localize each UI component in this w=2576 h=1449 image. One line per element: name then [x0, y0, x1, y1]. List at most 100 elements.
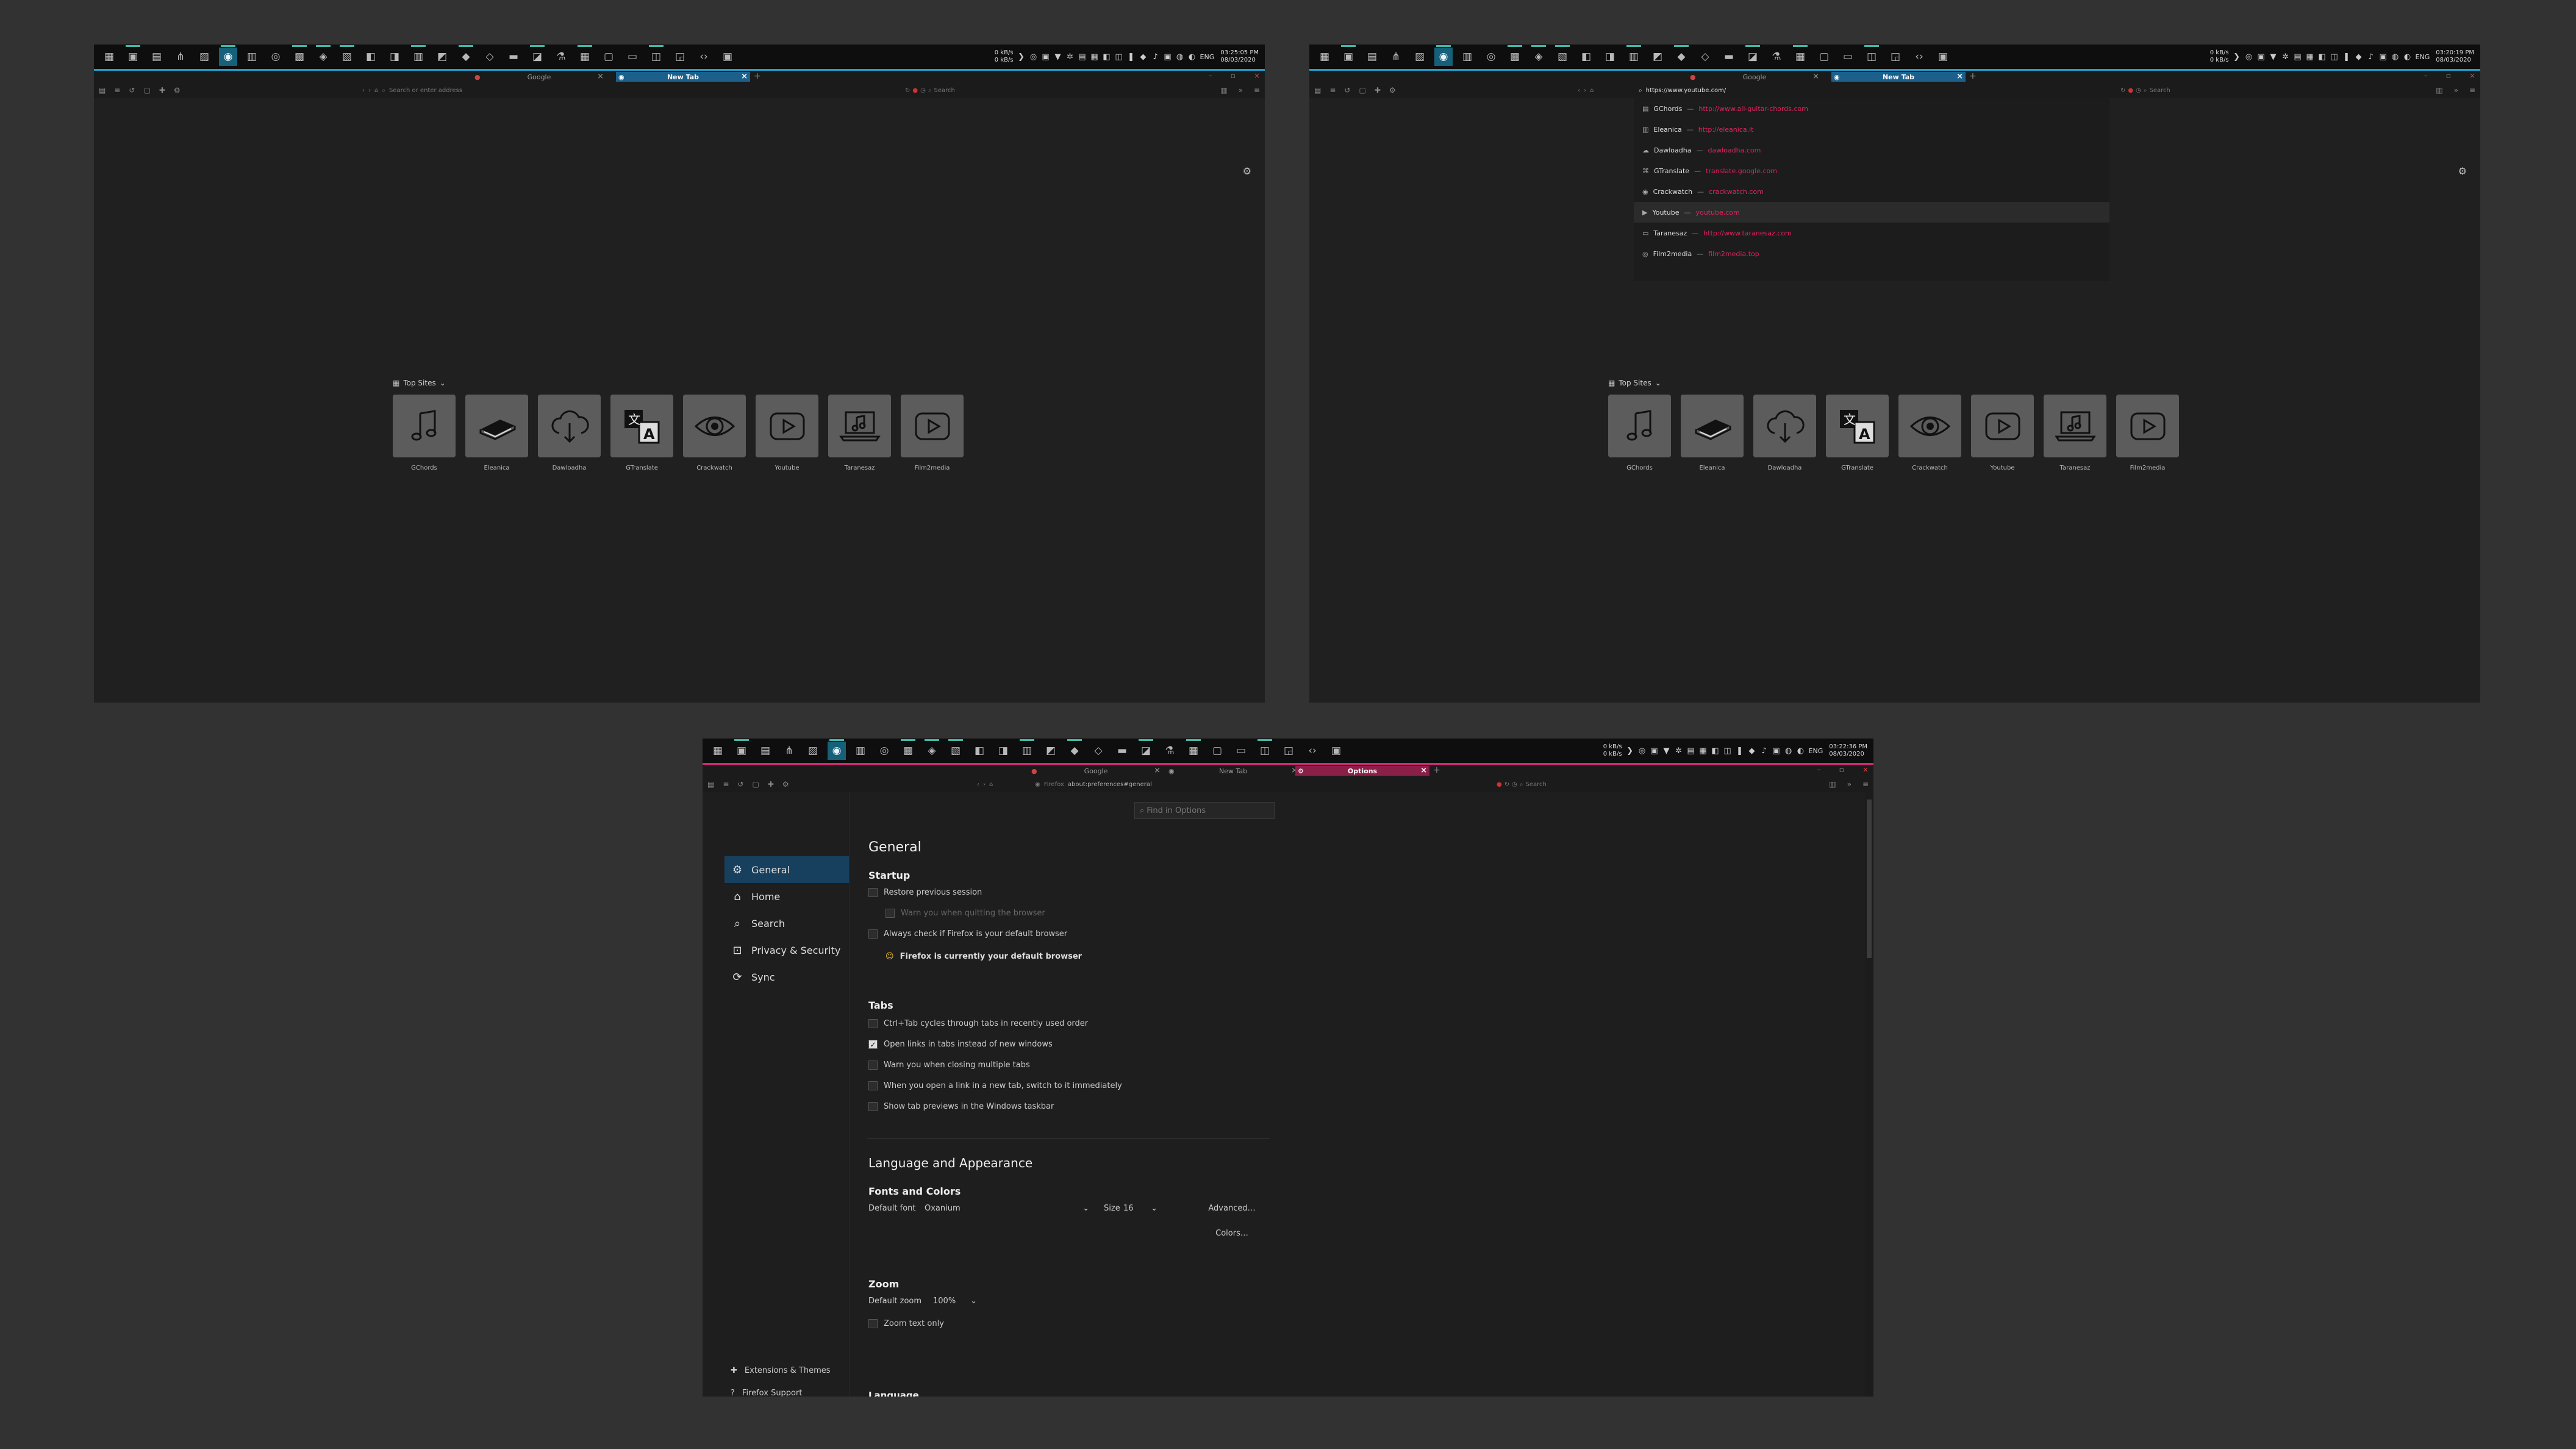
- tray-icon[interactable]: ▤: [2294, 52, 2302, 62]
- url-suggestion[interactable]: ▶ Youtube — youtube.com: [1634, 202, 2109, 223]
- checkbox[interactable]: [868, 1081, 878, 1090]
- scrollbar[interactable]: [1865, 792, 1873, 1397]
- tabs-option-checkbox[interactable]: When you open a link in a new tab, switc…: [868, 1081, 1122, 1090]
- close-icon[interactable]: ×: [1420, 766, 1427, 776]
- sidebar-item-general[interactable]: ⚙ General: [724, 856, 849, 883]
- tray-icon[interactable]: ▣: [2257, 52, 2266, 62]
- minimize-icon[interactable]: –: [1209, 71, 1212, 80]
- settings-icon[interactable]: ⚙: [174, 86, 181, 95]
- clock-icon[interactable]: ◷: [2136, 87, 2141, 94]
- url-suggestion[interactable]: ☁ Dawloadha — dawloadha.com: [1634, 140, 2109, 160]
- top-site-tile[interactable]: GChords: [393, 395, 456, 471]
- taskbar-app-icon[interactable]: ▨: [804, 742, 822, 760]
- tray-icon[interactable]: ▼: [2269, 52, 2278, 62]
- top-site-tile[interactable]: Dawloadha: [538, 395, 601, 471]
- gear-icon[interactable]: ⚙: [2458, 165, 2467, 177]
- taskbar-app-icon[interactable]: ◎: [1482, 48, 1500, 66]
- sidebar-footer-link[interactable]: ? Firefox Support: [731, 1382, 831, 1397]
- top-site-tile[interactable]: Eleanica: [1681, 395, 1744, 471]
- language-indicator[interactable]: ENG: [2416, 53, 2430, 61]
- taskbar-app-icon[interactable]: ▦: [1791, 45, 1809, 66]
- url-input[interactable]: Search or enter address: [389, 87, 462, 94]
- taskbar-app-icon[interactable]: ◉: [219, 45, 237, 66]
- home-icon[interactable]: ⌂: [989, 781, 993, 788]
- taskbar-app-icon[interactable]: ◪: [528, 45, 546, 66]
- close-icon[interactable]: ×: [741, 72, 748, 82]
- history-icon[interactable]: ↺: [737, 780, 743, 789]
- overflow-icon[interactable]: »: [1847, 780, 1852, 789]
- taskbar-app-icon[interactable]: ‹›: [1910, 48, 1928, 66]
- taskbar-app-icon[interactable]: ◧: [1577, 48, 1595, 66]
- sidebar-icon[interactable]: ▤: [1314, 86, 1321, 95]
- library-icon[interactable]: ≡: [1329, 86, 1336, 95]
- tab-new-tab[interactable]: ◉ New Tab ×: [616, 72, 750, 82]
- taskbar-app-icon[interactable]: ▨: [195, 48, 213, 66]
- top-site-tile[interactable]: Taranesaz: [828, 395, 891, 471]
- url-bar[interactable]: ⌕ https://www.youtube.com/: [1639, 85, 2005, 96]
- taskbar-app-icon[interactable]: ▤: [1363, 48, 1381, 66]
- taskbar-app-icon[interactable]: ◉: [828, 739, 846, 760]
- taskbar-app-icon[interactable]: ▥: [1625, 45, 1643, 66]
- menu-icon[interactable]: ≡: [1862, 780, 1869, 789]
- font-size-select[interactable]: 16 ⌄: [1123, 1204, 1157, 1213]
- tray-icon[interactable]: ❚: [1127, 52, 1136, 62]
- default-font-select[interactable]: Oxanium ⌄: [925, 1204, 1089, 1213]
- top-site-tile[interactable]: Youtube: [1971, 395, 2034, 471]
- top-site-tile[interactable]: Film2media: [901, 395, 964, 471]
- tray-icon[interactable]: ◫: [1115, 52, 1123, 62]
- back-icon[interactable]: ‹: [362, 87, 365, 94]
- tabs-option-checkbox[interactable]: Show tab previews in the Windows taskbar: [868, 1102, 1054, 1111]
- top-site-tile[interactable]: Eleanica: [465, 395, 528, 471]
- tray-icon[interactable]: ▣: [2379, 52, 2388, 62]
- language-indicator[interactable]: ENG: [1809, 747, 1823, 755]
- back-icon[interactable]: ‹: [977, 781, 979, 788]
- overflow-icon[interactable]: »: [1239, 86, 1243, 95]
- taskbar-app-icon[interactable]: ▣: [1339, 45, 1358, 66]
- taskbar-app-icon[interactable]: ▬: [504, 48, 523, 66]
- taskbar-app-icon[interactable]: ▦: [709, 742, 727, 760]
- tray-icon[interactable]: ◆: [1139, 52, 1148, 62]
- tab-new-tab[interactable]: ◉ New Tab ×: [1166, 766, 1300, 776]
- maximize-icon[interactable]: ▫: [2446, 71, 2451, 80]
- taskbar-app-icon[interactable]: ◧: [362, 48, 380, 66]
- tray-icon[interactable]: ◎: [2245, 52, 2253, 62]
- taskbar-app-icon[interactable]: ‹›: [695, 48, 713, 66]
- tab-google[interactable]: ● Google ×: [1029, 766, 1163, 776]
- maximize-icon[interactable]: ▫: [1839, 765, 1844, 774]
- taskbar-app-icon[interactable]: ◎: [875, 742, 893, 760]
- close-window-icon[interactable]: ×: [1862, 765, 1869, 774]
- url-input[interactable]: about:preferences#general: [1068, 781, 1152, 788]
- checkbox[interactable]: [868, 929, 878, 939]
- tray-icon[interactable]: ❚: [1736, 746, 1744, 756]
- tray-icon[interactable]: ◐: [1188, 52, 1197, 62]
- tabs-option-checkbox[interactable]: Ctrl+Tab cycles through tabs in recently…: [868, 1019, 1088, 1028]
- checkbox[interactable]: [868, 1319, 878, 1328]
- tray-icon[interactable]: ▣: [1772, 746, 1781, 756]
- reload-icon[interactable]: ↻: [1504, 781, 1509, 788]
- tray-icon[interactable]: ❯: [1017, 52, 1026, 62]
- library-icon[interactable]: ≡: [723, 780, 729, 789]
- search-bar[interactable]: ↻ ● ◷ ⌕ Search: [2120, 85, 2291, 96]
- sidebar-item-search[interactable]: ⌕ Search: [724, 910, 849, 937]
- record-icon[interactable]: ●: [2128, 87, 2133, 94]
- search-input[interactable]: Search: [2149, 87, 2170, 94]
- settings-icon[interactable]: ⚙: [782, 780, 789, 789]
- reload-icon[interactable]: ↻: [2120, 87, 2125, 94]
- taskbar-app-icon[interactable]: ▨: [1411, 48, 1429, 66]
- default-zoom-select[interactable]: 100% ⌄: [933, 1297, 977, 1306]
- taskbar-app-icon[interactable]: ◈: [314, 45, 332, 66]
- minimize-icon[interactable]: –: [1817, 765, 1821, 774]
- taskbar-app-icon[interactable]: ▢: [599, 48, 618, 66]
- taskbar-app-icon[interactable]: ◫: [1862, 45, 1881, 66]
- tray-icon[interactable]: ❯: [2233, 52, 2241, 62]
- maximize-icon[interactable]: ▫: [1231, 71, 1236, 80]
- language-indicator[interactable]: ENG: [1200, 53, 1215, 61]
- find-in-options-input[interactable]: ⌕ Find in Options: [1134, 802, 1275, 819]
- new-tab-icon[interactable]: +: [1433, 765, 1440, 775]
- sidebar-icon[interactable]: ▤: [99, 86, 106, 95]
- taskbar-app-icon[interactable]: ⋔: [780, 742, 798, 760]
- top-site-tile[interactable]: Film2media: [2116, 395, 2179, 471]
- close-icon[interactable]: ×: [597, 72, 604, 82]
- taskbar-app-icon[interactable]: ▣: [1934, 48, 1952, 66]
- colors-button[interactable]: Colors…: [1195, 1229, 1268, 1238]
